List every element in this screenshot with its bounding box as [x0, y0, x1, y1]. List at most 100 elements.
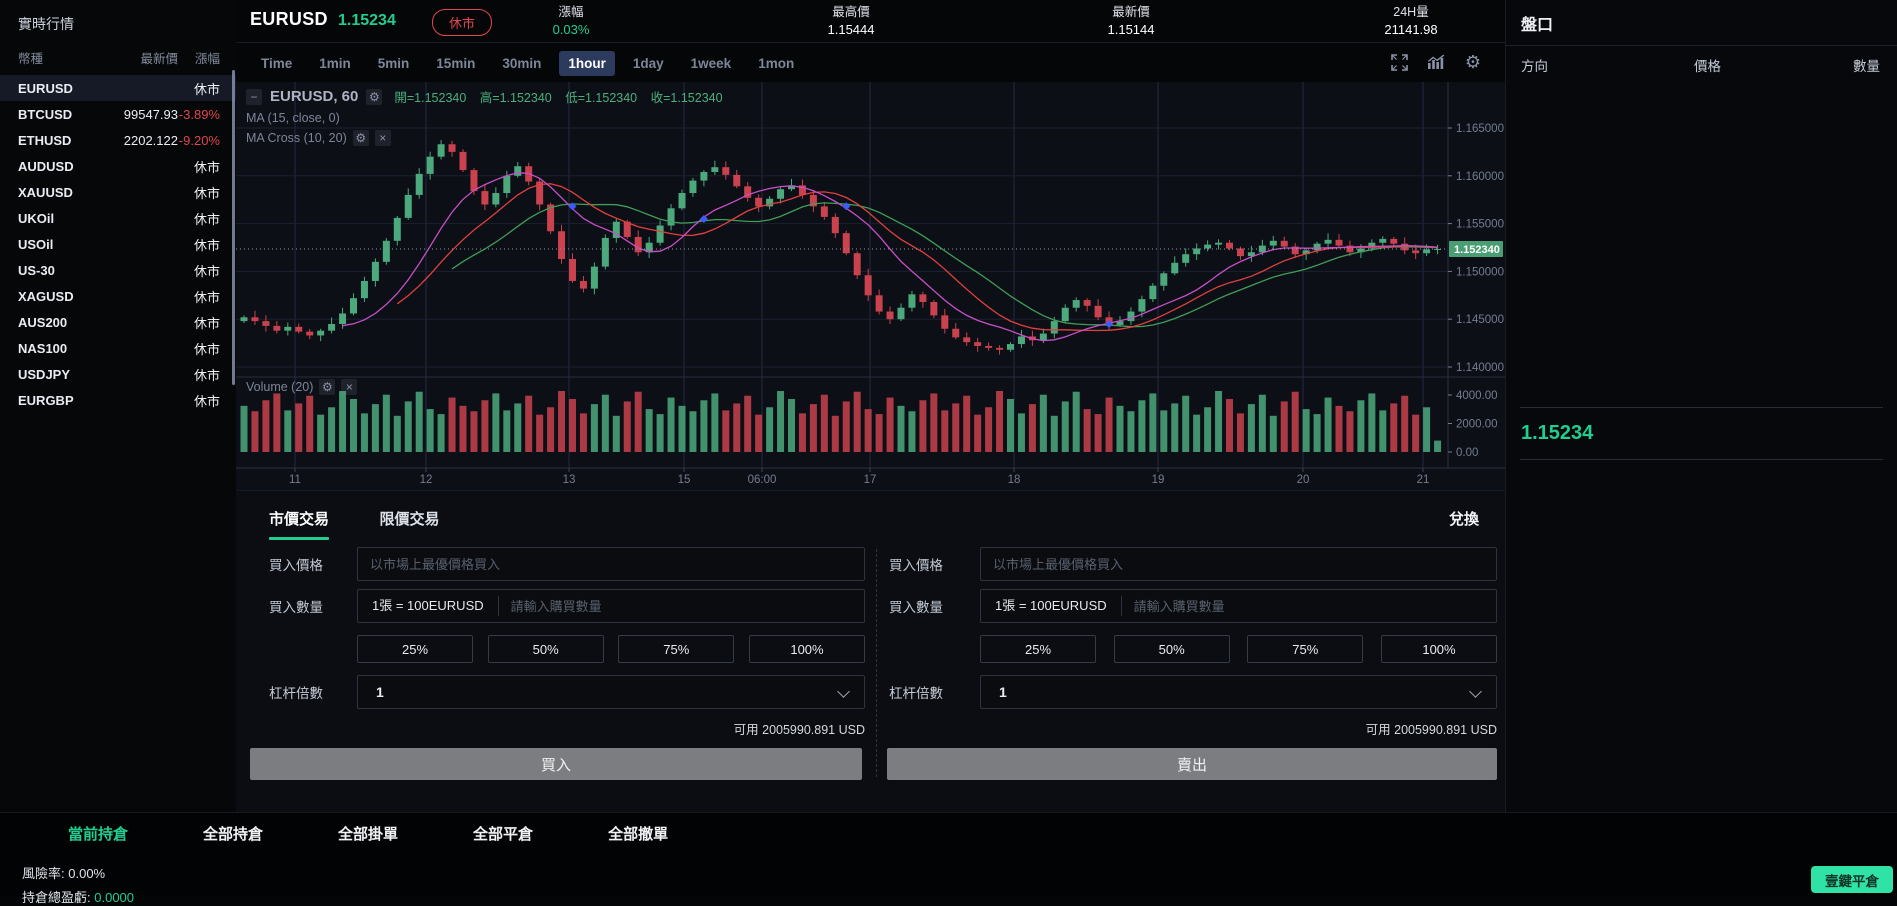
quote-symbol: EURUSD: [250, 9, 328, 30]
watchlist-row-USDJPY[interactable]: USDJPY休市: [0, 361, 236, 387]
positions-tab-3[interactable]: 全部平倉: [473, 823, 533, 844]
sell-percent-25[interactable]: 25%: [980, 635, 1096, 663]
quote-stat-2: 最新價1.15144: [1096, 3, 1166, 38]
ohlc-close: 收=1.152340: [651, 91, 723, 105]
watchlist-row-UKOil[interactable]: UKOil休市: [0, 205, 236, 231]
chevron-down-icon: [1469, 685, 1482, 698]
change-value: -3.89%: [178, 107, 220, 122]
buy-percent-50[interactable]: 50%: [488, 635, 604, 663]
symbol-label: AUS200: [18, 315, 106, 330]
quote-header: EURUSD 1.15234 休市 漲幅0.03%最高價1.15444最新價1.…: [236, 0, 1505, 43]
positions-tab-2[interactable]: 全部掛單: [338, 823, 398, 844]
svg-text:1.165000: 1.165000: [1456, 123, 1504, 135]
buy-percent-75[interactable]: 75%: [618, 635, 734, 663]
orderbook-columns: 方向 價格 數量: [1506, 46, 1897, 80]
sell-percent-75[interactable]: 75%: [1247, 635, 1363, 663]
close-all-positions-button[interactable]: 壹鍵平倉: [1811, 866, 1893, 893]
watchlist-row-USOil[interactable]: USOil休市: [0, 231, 236, 257]
swap-link[interactable]: 兌換: [1449, 508, 1479, 529]
sell-button[interactable]: 賣出: [887, 748, 1497, 780]
chart-settings-gear-icon[interactable]: ⚙: [366, 89, 382, 105]
ma-indicator-label: MA (15, close, 0): [246, 111, 733, 125]
svg-text:1.145000: 1.145000: [1456, 314, 1504, 326]
total-pnl-label: 持倉總盈虧:: [22, 890, 91, 905]
timeframe-15min[interactable]: 15min: [427, 51, 484, 76]
buy-percent-100[interactable]: 100%: [749, 635, 865, 663]
svg-text:13: 13: [563, 474, 576, 486]
buy-button[interactable]: 買入: [250, 748, 862, 780]
total-pnl-value: 0.0000: [94, 890, 134, 905]
orderbook-title: 盤口: [1506, 0, 1897, 46]
tab-market-order[interactable]: 市價交易: [269, 508, 329, 540]
volume-gear-icon[interactable]: ⚙: [319, 379, 335, 395]
positions-tab-0[interactable]: 當前持倉: [68, 823, 128, 844]
collapse-icon[interactable]: −: [246, 89, 262, 105]
positions-tab-1[interactable]: 全部持倉: [203, 823, 263, 844]
settings-gear-icon[interactable]: ⚙: [1463, 52, 1483, 72]
volume-close-icon[interactable]: ×: [341, 379, 357, 395]
ma-cross-close-icon[interactable]: ×: [375, 130, 391, 146]
fullscreen-icon[interactable]: [1389, 52, 1409, 72]
risk-rate: 風險率: 0.00%: [22, 863, 105, 882]
svg-text:1.140000: 1.140000: [1456, 362, 1504, 374]
svg-text:19: 19: [1152, 474, 1165, 486]
sell-price-label: 買入價格: [876, 554, 980, 574]
main-area: EURUSD 1.15234 休市 漲幅0.03%最高價1.15444最新價1.…: [236, 0, 1505, 812]
risk-rate-label: 風險率:: [22, 866, 65, 881]
watchlist-row-NAS100[interactable]: NAS100休市: [0, 335, 236, 361]
symbol-label: XAGUSD: [18, 289, 106, 304]
watchlist-row-EURGBP[interactable]: EURGBP休市: [0, 387, 236, 413]
watchlist-row-US-30[interactable]: US-30休市: [0, 257, 236, 283]
watchlist-row-AUDUSD[interactable]: AUDUSD休市: [0, 153, 236, 179]
watchlist-row-AUS200[interactable]: AUS200休市: [0, 309, 236, 335]
timeframe-1day[interactable]: 1day: [624, 51, 673, 76]
timeframe-1mon[interactable]: 1mon: [749, 51, 803, 76]
timeframe-1week[interactable]: 1week: [682, 51, 741, 76]
timeframe-30min[interactable]: 30min: [493, 51, 550, 76]
change-value: 休市: [178, 365, 220, 384]
timeframe-1min[interactable]: 1min: [310, 51, 360, 76]
change-value: 休市: [178, 157, 220, 176]
sell-price-input[interactable]: [981, 549, 1496, 579]
symbol-label: UKOil: [18, 211, 106, 226]
buy-leverage-select[interactable]: 1: [357, 675, 865, 709]
chart-area: 1.1523401.1650001.1600001.1550001.150000…: [236, 82, 1505, 490]
contract-size-label: 1張 = 100EURUSD: [358, 596, 499, 616]
stat-value: 0.03%: [536, 21, 606, 38]
symbol-label: XAUUSD: [18, 185, 106, 200]
watchlist-row-EURUSD[interactable]: EURUSD休市: [0, 75, 236, 101]
timeframe-bar: Time 1min 5min 15min 30min 1hour 1day 1week 1mon…: [236, 43, 1505, 83]
contract-size-label: 1張 = 100EURUSD: [981, 596, 1122, 616]
watchlist-scrollbar[interactable]: [232, 70, 235, 385]
quote-stat-0: 漲幅0.03%: [536, 3, 606, 38]
sell-amount-input[interactable]: [1122, 591, 1496, 621]
chevron-down-icon: [837, 685, 850, 698]
buy-price-input[interactable]: [358, 549, 864, 579]
symbol-label: USOil: [18, 237, 106, 252]
buy-percent-25[interactable]: 25%: [357, 635, 473, 663]
sell-percent-50[interactable]: 50%: [1114, 635, 1230, 663]
timeframe-1hour[interactable]: 1hour: [559, 51, 615, 76]
tab-limit-order[interactable]: 限價交易: [379, 508, 439, 529]
symbol-label: EURGBP: [18, 393, 106, 408]
indicator-icon[interactable]: [1426, 52, 1446, 72]
symbol-label: EURUSD: [18, 81, 106, 96]
stat-value: 21141.98: [1376, 21, 1446, 38]
chart-legend: − EURUSD, 60 ⚙ 開=1.152340 高=1.152340 低=1…: [246, 87, 733, 146]
ma-cross-gear-icon[interactable]: ⚙: [353, 130, 369, 146]
positions-tab-4[interactable]: 全部撤單: [608, 823, 668, 844]
watchlist-row-BTCUSD[interactable]: BTCUSD99547.93-3.89%: [0, 101, 236, 127]
sell-percent-100[interactable]: 100%: [1381, 635, 1497, 663]
orderbook-col-direction: 方向: [1521, 55, 1548, 75]
sell-leverage-value: 1: [981, 684, 1007, 700]
watchlist-row-XAUUSD[interactable]: XAUUSD休市: [0, 179, 236, 205]
svg-text:2000.00: 2000.00: [1456, 419, 1498, 431]
stat-label: 漲幅: [536, 3, 606, 21]
watchlist-row-XAGUSD[interactable]: XAGUSD休市: [0, 283, 236, 309]
timeframe-Time[interactable]: Time: [252, 51, 301, 76]
price-value: 2202.122: [106, 133, 178, 148]
timeframe-5min[interactable]: 5min: [369, 51, 419, 76]
buy-amount-input[interactable]: [499, 591, 864, 621]
sell-leverage-select[interactable]: 1: [980, 675, 1497, 709]
watchlist-row-ETHUSD[interactable]: ETHUSD2202.122-9.20%: [0, 127, 236, 153]
